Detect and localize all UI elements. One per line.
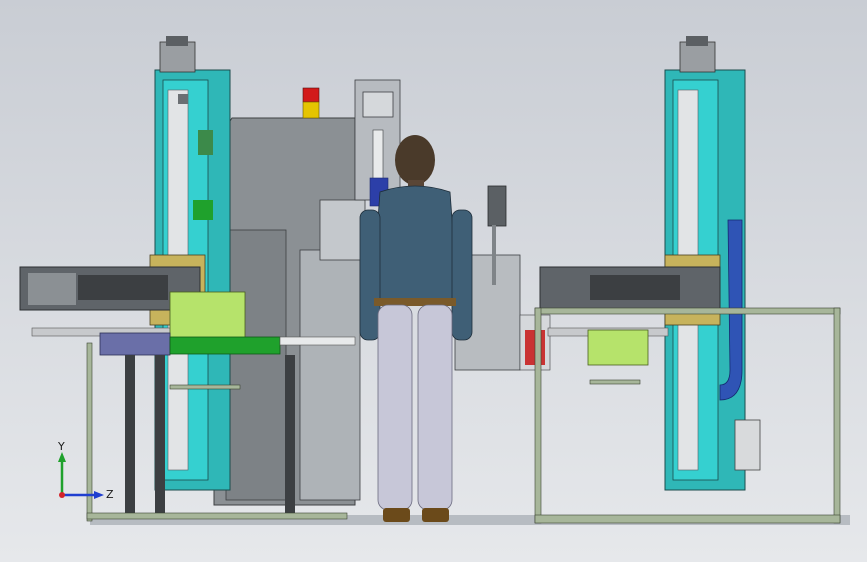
z-axis-arrowhead bbox=[94, 491, 104, 499]
axis-triad[interactable]: Y Z bbox=[50, 440, 125, 510]
assembly-model[interactable] bbox=[0, 0, 867, 562]
warning-light bbox=[302, 87, 320, 119]
right-column-tower bbox=[664, 36, 761, 491]
x-axis-origin bbox=[59, 492, 65, 498]
y-axis-label: Y bbox=[57, 440, 65, 453]
y-axis-arrowhead bbox=[58, 452, 66, 462]
cad-viewport[interactable]: Y Z bbox=[0, 0, 867, 562]
z-axis-label: Z bbox=[106, 488, 114, 501]
